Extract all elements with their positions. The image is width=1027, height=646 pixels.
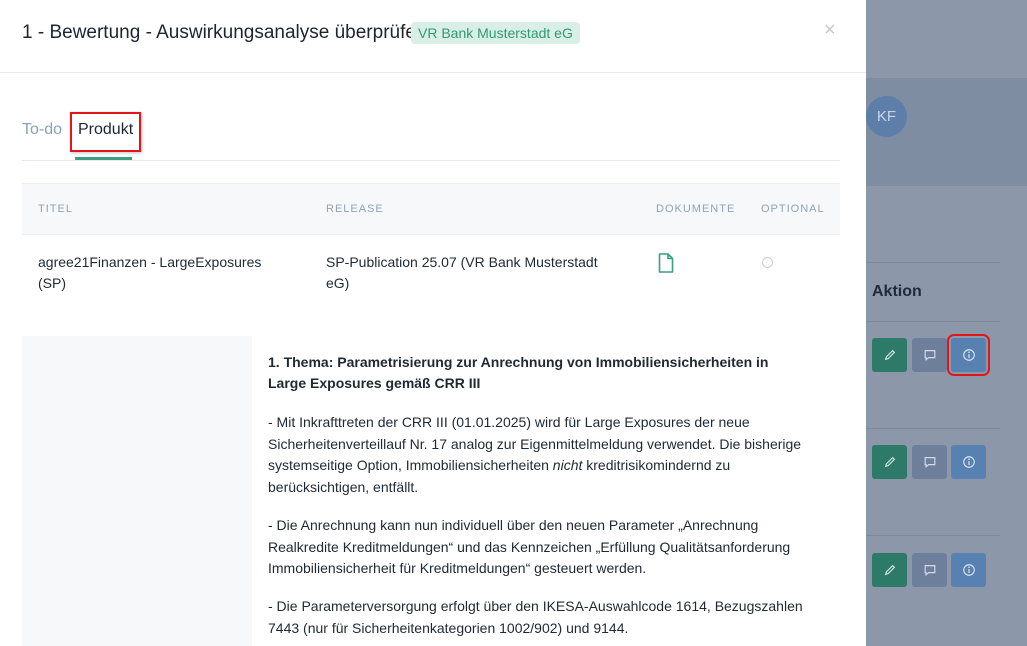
comment-button[interactable]: [912, 445, 947, 479]
modal-header: 1 - Bewertung - Auswirkungsanalyse überp…: [0, 0, 866, 73]
product-table: TITEL RELEASE DOKUMENTE OPTIONAL agree21…: [22, 183, 840, 338]
paragraph-line: 7443 (nur für Sicherheitenkategorien 100…: [268, 619, 629, 636]
info-icon: [962, 456, 975, 468]
aktion-column-header: Aktion: [872, 283, 922, 300]
detail-paragraph: - Die Anrechnung kann nun individuell üb…: [268, 515, 828, 580]
paragraph-line: Realkredite Kreditmeldungen“ und das Ken…: [268, 538, 791, 555]
pencil-icon: [884, 456, 895, 468]
paragraph-line: - Die Anrechnung kann nun individuell üb…: [268, 517, 759, 533]
column-header-dokumente: DOKUMENTE: [656, 203, 736, 215]
modal-title: 1 - Bewertung - Auswirkungsanalyse überp…: [22, 22, 427, 43]
tab-produkt[interactable]: Produkt: [70, 112, 141, 152]
paragraph-line: Sicherheitenverteillauf Nr. 17 analog zu…: [268, 435, 802, 452]
row-title: agree21Finanzen - LargeExposures (SP): [38, 252, 308, 294]
column-header-titel: TITEL: [38, 203, 73, 215]
comment-icon: [924, 350, 935, 362]
column-header-release: RELEASE: [326, 203, 384, 215]
table-row[interactable]: agree21Finanzen - LargeExposures (SP) SP…: [22, 235, 840, 338]
tab-todo[interactable]: To-do: [22, 121, 62, 139]
divider: [866, 428, 1000, 429]
detail-content: 1. Thema: Parametrisierung zur Anrechnun…: [252, 336, 840, 646]
divider: [866, 321, 1000, 322]
edit-button[interactable]: [872, 553, 907, 587]
paragraph-line: berücksichtigen, entfällt.: [268, 478, 419, 495]
paragraph-line: Immobiliensicherheit für Kreditmeldungen…: [268, 560, 647, 576]
detail-title-line: 1. Thema: Parametrisierung zur Anrechnun…: [268, 354, 769, 370]
close-icon[interactable]: ×: [824, 18, 836, 42]
comment-icon: [924, 457, 935, 469]
detail-paragraph: - Mit Inkrafttreten der CRR III (01.01.2…: [268, 412, 828, 498]
paragraph-line: - Mit Inkrafttreten der CRR III (01.01.2…: [268, 414, 750, 430]
paragraph-line: - Die Parameterversorgung erfolgt über d…: [268, 598, 803, 614]
detail-title-line: Large Exposures gemäß CRR III: [268, 375, 481, 391]
pencil-icon: [884, 349, 895, 361]
info-button[interactable]: [951, 553, 986, 587]
modal-dialog: 1 - Bewertung - Auswirkungsanalyse überp…: [0, 0, 866, 646]
detail-paragraph: - Die Parameterversorgung erfolgt über d…: [268, 596, 828, 639]
info-button[interactable]: [951, 445, 986, 479]
bank-tag: VR Bank Musterstadt eG: [411, 22, 580, 44]
pencil-icon: [884, 564, 895, 576]
text-span: systemseitige Option, Immobiliensicherhe…: [268, 457, 553, 473]
avatar[interactable]: KF: [866, 96, 907, 137]
optional-radio[interactable]: [762, 257, 773, 268]
divider: [866, 262, 1000, 263]
detail-panel: 1. Thema: Parametrisierung zur Anrechnun…: [22, 336, 840, 646]
tab-bar: To-do Produkt: [22, 112, 840, 161]
info-icon: [962, 564, 975, 576]
row-title-line: (SP): [38, 275, 66, 291]
column-header-optional: OPTIONAL: [761, 203, 825, 215]
comment-button[interactable]: [912, 338, 947, 372]
text-span: kreditrisikomindernd zu: [582, 457, 731, 473]
comment-icon: [924, 565, 935, 577]
table-header: TITEL RELEASE DOKUMENTE OPTIONAL: [22, 183, 840, 235]
row-title-line: agree21Finanzen - LargeExposures: [38, 254, 262, 270]
divider: [866, 535, 1000, 536]
tab-produkt-label: Produkt: [78, 121, 134, 138]
detail-title: 1. Thema: Parametrisierung zur Anrechnun…: [268, 352, 828, 394]
info-button[interactable]: [947, 334, 990, 376]
row-release: SP-Publication 25.07 (VR Bank Musterstad…: [326, 252, 626, 294]
comment-button[interactable]: [912, 553, 947, 587]
emphasis-text: nicht: [552, 457, 583, 473]
active-tab-indicator: [75, 157, 132, 160]
row-release-line: SP-Publication 25.07 (VR Bank Musterstad…: [326, 254, 598, 270]
info-icon: [962, 349, 975, 361]
edit-button[interactable]: [872, 445, 907, 479]
row-release-line: eG): [326, 275, 350, 291]
paragraph-line: systemseitige Option, Immobiliensicherhe…: [268, 455, 828, 477]
edit-button[interactable]: [872, 338, 907, 372]
file-icon[interactable]: [658, 253, 674, 273]
